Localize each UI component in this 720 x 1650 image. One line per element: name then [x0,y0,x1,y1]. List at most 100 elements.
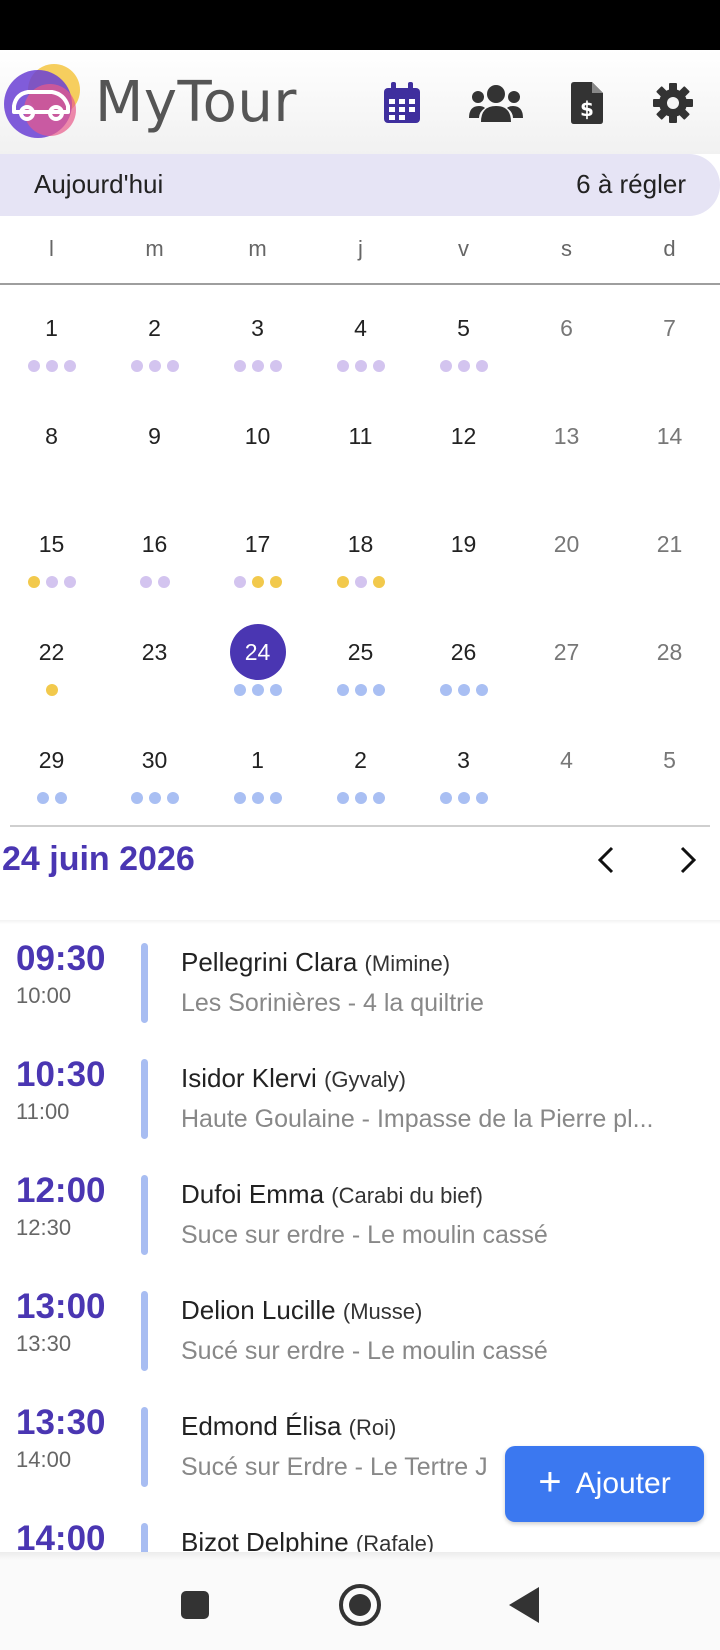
recents-square-icon[interactable] [172,1582,218,1628]
day-number: 26 [450,639,477,665]
home-circle-icon[interactable] [337,1582,383,1628]
appointment-item[interactable]: 09:30 10:00 Pellegrini Clara (Mimine) Les S… [0,939,720,1055]
today-button[interactable]: Aujourd'hui [34,169,163,200]
day-number: 8 [45,423,58,449]
appointment-dots [618,792,720,806]
calendar-icon[interactable] [379,80,425,126]
appointment-dot [439,792,452,804]
calendar-day[interactable]: 4 [309,300,412,400]
car-logo-icon [4,64,80,138]
weekday-label: l [49,236,54,261]
calendar-day[interactable]: 25 [309,624,412,724]
day-number: 10 [244,423,271,449]
calendar-day[interactable]: 3 [412,732,515,832]
appointment-dot [157,576,170,588]
calendar-day[interactable]: 26 [412,624,515,724]
users-icon[interactable] [466,80,526,126]
calendar-day[interactable]: 29 [0,732,103,832]
calendar-day[interactable]: 23 [103,624,206,724]
day-number: 30 [141,747,168,773]
calendar-day[interactable]: 18 [309,516,412,616]
appointment-dots [515,792,618,806]
pet-name: (Carabi du bief) [331,1183,483,1208]
calendar-day[interactable]: 21 [618,516,720,616]
calendar-day-selected[interactable]: 24 [206,624,309,724]
back-triangle-icon[interactable] [502,1582,548,1628]
calendar-day[interactable]: 2 [103,300,206,400]
appointment-item[interactable]: 12:00 12:30 Dufoi Emma (Carabi du bief) Suc… [0,1171,720,1287]
add-appointment-button[interactable]: + Ajouter [505,1446,704,1522]
client-name-line: Pellegrini Clara (Mimine) [181,947,450,978]
appointment-dot [475,792,488,804]
calendar-day[interactable]: 1 [206,732,309,832]
invoice-icon[interactable]: $ [564,80,610,126]
calendar-day[interactable]: 2 [309,732,412,832]
appointment-dot [457,360,470,372]
appointment-dots [206,468,309,482]
calendar-day[interactable]: 12 [412,408,515,508]
next-day-arrow-icon[interactable] [668,840,708,880]
appointment-dots [412,576,515,590]
calendar-day[interactable]: 5 [412,300,515,400]
calendar-day[interactable]: 19 [412,516,515,616]
start-time: 09:30 [16,939,106,978]
calendar-day[interactable]: 7 [618,300,720,400]
calendar-day[interactable]: 27 [515,624,618,724]
weekday-label: m [248,236,267,261]
appointment-dots [618,684,720,698]
appointment-dot [269,576,282,588]
client-name: Delion Lucille [181,1295,336,1325]
calendar-day[interactable]: 3 [206,300,309,400]
app-screen: MyTour $ Aujourd'hui 6 à régler l m m j … [0,0,720,1650]
appointment-dots [103,792,206,806]
previous-day-arrow-icon[interactable] [586,840,626,880]
day-number: 23 [141,639,168,665]
calendar-day[interactable]: 16 [103,516,206,616]
calendar-day[interactable]: 11 [309,408,412,508]
calendar-day[interactable]: 20 [515,516,618,616]
appointment-dot [251,792,264,804]
appointment-dots [0,684,103,698]
appointment-dot [130,360,143,372]
start-time: 12:00 [16,1171,106,1210]
appointment-dot [354,792,367,804]
appointment-item[interactable]: 10:30 11:00 Isidor Klervi (Gyvaly) Haute Go… [0,1055,720,1171]
appointment-dots [206,576,309,590]
end-time: 12:30 [16,1215,72,1240]
end-time: 14:00 [16,1447,72,1472]
calendar-day[interactable]: 10 [206,408,309,508]
gear-icon[interactable] [650,80,696,126]
appointment-dot [251,360,264,372]
day-number: 5 [457,315,470,341]
calendar-day[interactable]: 30 [103,732,206,832]
appointment-dot [372,360,385,372]
day-number: 1 [251,747,264,773]
appointment-dot [475,360,488,372]
appointment-dots [412,360,515,374]
calendar-day[interactable]: 5 [618,732,720,832]
calendar-day[interactable]: 15 [0,516,103,616]
calendar-day[interactable]: 14 [618,408,720,508]
calendar-day[interactable]: 1 [0,300,103,400]
appointment-dot [336,792,349,804]
appointment-dots [618,576,720,590]
calendar-day[interactable]: 13 [515,408,618,508]
appointment-dot [148,360,161,372]
calendar-day[interactable]: 17 [206,516,309,616]
appointment-bar [141,1059,148,1139]
start-time: 10:30 [16,1055,106,1094]
calendar-day[interactable]: 6 [515,300,618,400]
appointment-dot [269,684,282,696]
today-bar[interactable]: Aujourd'hui 6 à régler [0,154,720,216]
calendar-day[interactable]: 22 [0,624,103,724]
calendar-day[interactable]: 9 [103,408,206,508]
calendar-day[interactable]: 8 [0,408,103,508]
calendar-day[interactable]: 28 [618,624,720,724]
appointment-dot [63,576,76,588]
calendar-day[interactable]: 4 [515,732,618,832]
appointment-item[interactable]: 13:00 13:30 Delion Lucille (Musse) Sucé sur… [0,1287,720,1403]
appointment-dots [618,360,720,374]
appointment-dots [309,576,412,590]
client-name-line: Edmond Élisa (Roi) [181,1411,396,1442]
to-settle-count[interactable]: 6 à régler [576,169,686,200]
